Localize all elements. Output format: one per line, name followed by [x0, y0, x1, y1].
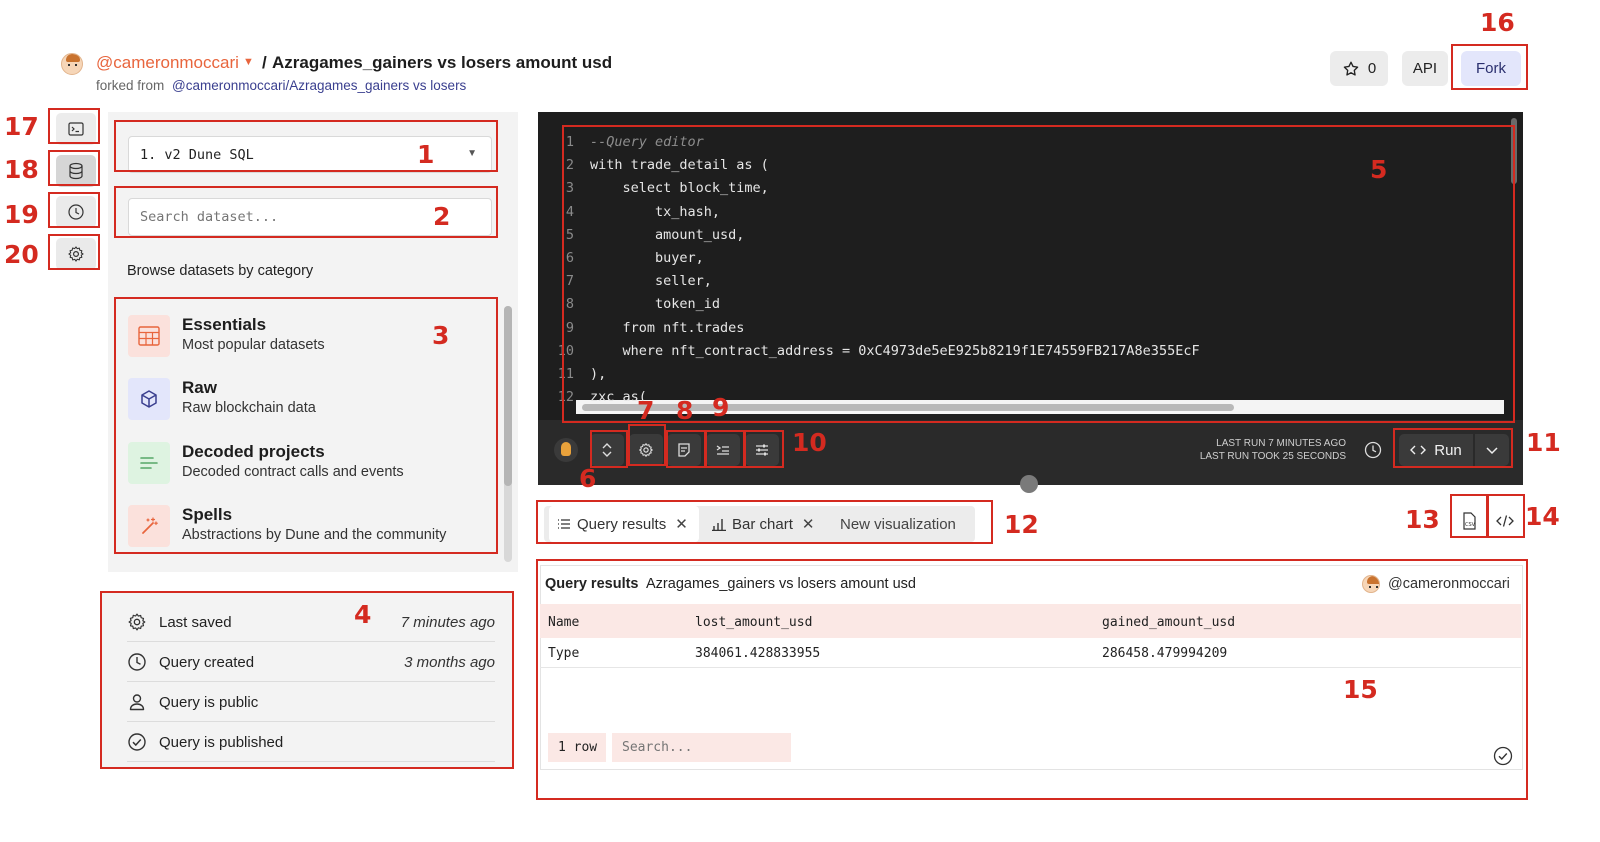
annotation-box — [114, 120, 498, 172]
title-separator: / — [262, 53, 267, 72]
callout-number: 5 — [1370, 155, 1388, 184]
callout-number: 7 — [637, 396, 655, 425]
annotation-box — [628, 424, 666, 466]
star-count: 0 — [1367, 60, 1377, 77]
browse-categories-heading: Browse datasets by category — [127, 263, 314, 279]
query-title[interactable]: Azragames_gainers vs losers amount usd — [272, 53, 612, 73]
callout-number: 17 — [4, 112, 39, 141]
annotation-box — [48, 150, 100, 186]
callout-number: 4 — [354, 600, 372, 629]
forked-from-link[interactable]: @cameronmoccari/Azragames_gainers vs los… — [172, 78, 466, 93]
last-run-duration: LAST RUN TOOK 25 SECONDS — [1199, 451, 1346, 462]
callout-number: 16 — [1480, 8, 1515, 37]
caret-down-icon[interactable]: ▼ — [243, 56, 254, 68]
user-avatar — [61, 53, 83, 75]
api-label: API — [1412, 60, 1438, 77]
annotation-box — [744, 430, 784, 468]
callout-number: 20 — [4, 240, 39, 269]
clock-icon — [1364, 441, 1382, 459]
star-button[interactable]: 0 — [1330, 51, 1388, 86]
annotation-box — [1451, 44, 1528, 90]
annotation-box — [590, 430, 628, 468]
annotation-box — [1450, 494, 1488, 538]
forked-from-label: forked from — [96, 78, 165, 93]
annotation-box — [100, 591, 514, 769]
annotation-box — [1487, 494, 1525, 538]
api-button[interactable]: API — [1402, 51, 1448, 86]
callout-number: 12 — [1004, 510, 1039, 539]
username-link[interactable]: @cameronmoccari — [96, 53, 239, 73]
callout-number: 19 — [4, 200, 39, 229]
callout-number: 18 — [4, 155, 39, 184]
annotation-box — [536, 500, 993, 544]
annotation-box — [48, 234, 100, 270]
annotation-box — [705, 430, 745, 468]
callout-number: 10 — [792, 428, 827, 457]
callout-number: 14 — [1525, 502, 1560, 531]
panel-resize-handle[interactable] — [1020, 475, 1038, 493]
last-run-time: LAST RUN 7 MINUTES AGO — [1216, 438, 1346, 449]
callout-number: 3 — [432, 321, 450, 350]
annotation-box — [48, 108, 100, 144]
category-list-scroll-thumb[interactable] — [504, 306, 512, 486]
callout-number: 9 — [712, 393, 730, 422]
annotation-box — [48, 192, 100, 228]
annotation-box — [666, 430, 706, 468]
duck-icon[interactable] — [554, 438, 578, 462]
callout-number: 11 — [1526, 428, 1561, 457]
schedule-button[interactable] — [1356, 434, 1390, 466]
callout-number: 1 — [417, 140, 435, 169]
callout-number: 2 — [433, 202, 451, 231]
callout-number: 13 — [1405, 505, 1440, 534]
annotation-box — [1393, 428, 1513, 468]
callout-number: 8 — [676, 396, 694, 425]
callout-number: 6 — [579, 464, 597, 493]
annotation-box — [536, 559, 1528, 800]
callout-number: 15 — [1343, 675, 1378, 704]
star-icon — [1343, 61, 1359, 76]
